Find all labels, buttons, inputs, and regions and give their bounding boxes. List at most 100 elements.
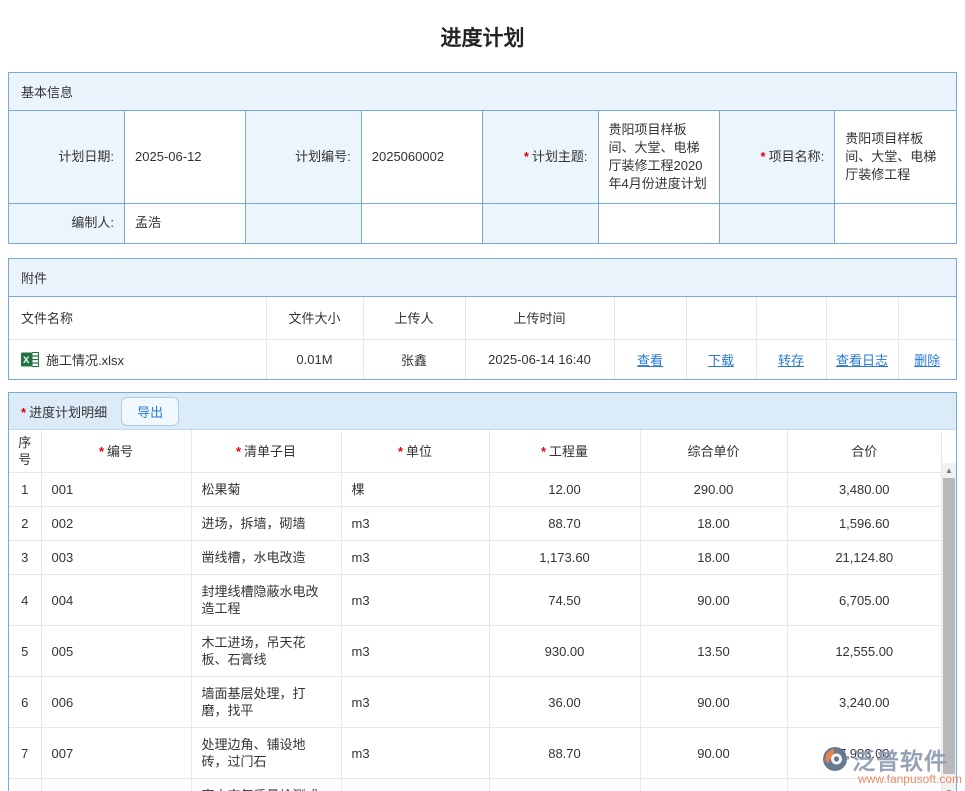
col-uploader: 上传人 (363, 297, 465, 339)
col-item: *清单子目 (191, 430, 341, 473)
transfer-link[interactable]: 转存 (778, 353, 804, 368)
row-total: 7,750.00 (787, 779, 942, 791)
table-row: 5 005 木工进场，吊天花板、石膏线 m3 930.00 13.50 12,5… (9, 626, 942, 677)
plan-subject-value: 贵阳项目样板间、大堂、电梯厅装修工程2020年4月份进度计划 (598, 111, 719, 203)
row-no: 4 (9, 575, 41, 626)
col-file-name: 文件名称 (9, 297, 266, 339)
row-no: 5 (9, 626, 41, 677)
row-unit: m3 (341, 779, 489, 791)
row-quantity: 88.70 (489, 507, 640, 541)
view-link[interactable]: 查看 (637, 353, 663, 368)
empty-label-cell (719, 203, 835, 243)
row-code: 008 (41, 779, 191, 791)
view-log-link[interactable]: 查看日志 (836, 353, 888, 368)
col-code: *编号 (41, 430, 191, 473)
plan-date-label: 计划日期: (9, 111, 125, 203)
row-no: 3 (9, 541, 41, 575)
row-total: 6,705.00 (787, 575, 942, 626)
row-quantity: 930.00 (489, 626, 640, 677)
row-item: 封埋线槽隐蔽水电改造工程 (191, 575, 341, 626)
basic-info-section: 基本信息 计划日期: 2025-06-12 计划编号: 2025060002 *… (8, 72, 957, 244)
col-file-size: 文件大小 (266, 297, 363, 339)
col-action-empty (756, 297, 826, 339)
row-unit-price: 500.00 (640, 779, 787, 791)
row-total: 12,555.00 (787, 626, 942, 677)
row-no: 7 (9, 728, 41, 779)
compiler-value: 孟浩 (125, 203, 246, 243)
row-total: 21,124.80 (787, 541, 942, 575)
detail-section-title: *进度计划明细 (21, 402, 107, 421)
row-total: 1,596.60 (787, 507, 942, 541)
plan-number-label: 计划编号: (246, 111, 362, 203)
empty-value-cell (361, 203, 482, 243)
row-unit: 棵 (341, 473, 489, 507)
empty-value-cell (598, 203, 719, 243)
attachment-file-name: 施工情况.xlsx (46, 350, 124, 369)
row-item: 墙面基层处理，打磨，找平 (191, 677, 341, 728)
plan-subject-label: *计划主题: (482, 111, 598, 203)
col-upload-time: 上传时间 (465, 297, 614, 339)
required-asterisk: * (21, 405, 26, 420)
col-total: 合价 (787, 430, 942, 473)
table-row: 3 003 凿线槽，水电改造 m3 1,173.60 18.00 21,124.… (9, 541, 942, 575)
row-quantity: 88.70 (489, 728, 640, 779)
table-row: 2 002 进场，拆墙，砌墙 m3 88.70 18.00 1,596.60 (9, 507, 942, 541)
table-row: 7 007 处理边角、铺设地砖，过门石 m3 88.70 90.00 7,983… (9, 728, 942, 779)
attachments-table: 文件名称 文件大小 上传人 上传时间 X (9, 297, 956, 379)
row-unit: m3 (341, 626, 489, 677)
col-action-empty (614, 297, 686, 339)
required-asterisk: * (541, 444, 546, 459)
excel-file-icon: X (21, 351, 39, 368)
row-item: 室内空气质量检测或室内空气污染综合治理; (191, 779, 341, 791)
row-total: 7,983.00 (787, 728, 942, 779)
row-total: 3,240.00 (787, 677, 942, 728)
attachment-upload-time: 2025-06-14 16:40 (465, 339, 614, 379)
plan-date-value: 2025-06-12 (125, 111, 246, 203)
row-unit: m3 (341, 575, 489, 626)
row-code: 003 (41, 541, 191, 575)
attachment-uploader: 张鑫 (363, 339, 465, 379)
row-code: 007 (41, 728, 191, 779)
row-unit: m3 (341, 541, 489, 575)
scrollbar-thumb[interactable] (943, 478, 955, 774)
detail-section: *进度计划明细 导出 序号 *编号 *清单子目 *单位 *工程量 综合单价 合价… (8, 392, 957, 791)
row-unit-price: 90.00 (640, 728, 787, 779)
attachment-row: X 施工情况.xlsx 0.01M 张鑫 2025-06-14 16:40 查看… (9, 339, 956, 379)
delete-link[interactable]: 删除 (914, 353, 940, 368)
table-row: 4 004 封埋线槽隐蔽水电改造工程 m3 74.50 90.00 6,705.… (9, 575, 942, 626)
row-code: 001 (41, 473, 191, 507)
compiler-label: 编制人: (9, 203, 125, 243)
page-title: 进度计划 (0, 0, 965, 72)
row-item: 松果菊 (191, 473, 341, 507)
export-button[interactable]: 导出 (121, 397, 179, 426)
empty-label-cell (246, 203, 362, 243)
basic-info-header: 基本信息 (9, 73, 956, 111)
col-unit-price: 综合单价 (640, 430, 787, 473)
download-link[interactable]: 下载 (708, 353, 734, 368)
project-name-value: 贵阳项目样板间、大堂、电梯厅装修工程 (835, 111, 956, 203)
col-seq: 序号 (9, 430, 41, 473)
row-quantity: 15.50 (489, 779, 640, 791)
row-unit: m3 (341, 507, 489, 541)
row-unit-price: 13.50 (640, 626, 787, 677)
required-asterisk: * (99, 444, 104, 459)
attachments-section: 附件 文件名称 文件大小 上传人 上传时间 X (8, 258, 957, 380)
vertical-scrollbar[interactable]: ▲ ▼ (942, 463, 956, 791)
scroll-down-icon[interactable]: ▼ (942, 785, 956, 791)
row-code: 004 (41, 575, 191, 626)
detail-section-bar: *进度计划明细 导出 (9, 393, 956, 430)
col-action-empty (898, 297, 956, 339)
row-unit-price: 18.00 (640, 541, 787, 575)
row-quantity: 12.00 (489, 473, 640, 507)
row-code: 005 (41, 626, 191, 677)
row-no: 2 (9, 507, 41, 541)
row-unit-price: 18.00 (640, 507, 787, 541)
row-no: 1 (9, 473, 41, 507)
row-unit-price: 90.00 (640, 677, 787, 728)
row-item: 凿线槽，水电改造 (191, 541, 341, 575)
row-quantity: 74.50 (489, 575, 640, 626)
scroll-up-icon[interactable]: ▲ (942, 463, 956, 478)
row-code: 002 (41, 507, 191, 541)
row-item: 处理边角、铺设地砖，过门石 (191, 728, 341, 779)
row-item: 进场，拆墙，砌墙 (191, 507, 341, 541)
